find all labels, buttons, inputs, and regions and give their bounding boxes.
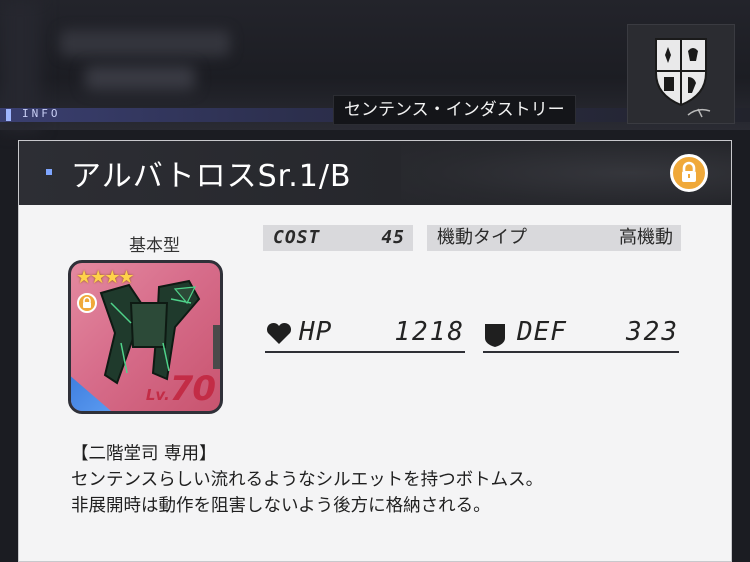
part-description: 【二階堂司 専用】 センテンスらしい流れるようなシルエットを持つボトムス。 非展…: [71, 441, 543, 519]
cost-value: 45: [381, 227, 405, 248]
hp-stat: HP 1218: [265, 317, 465, 353]
hp-label: HP: [299, 317, 333, 347]
info-marker: [6, 109, 11, 121]
part-portrait[interactable]: ★★★★ Lv.70: [68, 260, 223, 414]
mobility-label: 機動タイプ: [437, 227, 527, 248]
shield-icon: [485, 324, 505, 347]
level-prefix: Lv.: [145, 386, 170, 404]
part-type-label: 基本型: [129, 236, 180, 256]
mobility-chip: 機動タイプ 高機動: [427, 225, 681, 251]
level-value: 70: [169, 369, 216, 409]
background-shape: [85, 66, 195, 90]
lock-icon: [83, 296, 91, 308]
part-name: アルバトロスSr.1/B: [71, 159, 352, 194]
background-shape: [60, 30, 230, 56]
lock-icon: [682, 161, 696, 182]
emblem-icon: [655, 38, 711, 118]
header-bullet: [46, 169, 52, 175]
portrait-lock-icon: [77, 293, 97, 313]
rarity-stars: ★★★★: [76, 267, 135, 288]
company-name: センテンス・インダストリー: [333, 95, 576, 125]
def-label: DEF: [517, 317, 567, 347]
description-line: センテンスらしい流れるようなシルエットを持つボトムス。: [71, 470, 544, 490]
part-info-card: アルバトロスSr.1/B 基本型 ★★★★ Lv.70 COST 45 機動タイ…: [18, 140, 732, 562]
def-value: 323: [626, 317, 679, 347]
hp-value: 1218: [394, 317, 465, 347]
mobility-value: 高機動: [619, 227, 673, 248]
description-tag: 【二階堂司 専用】: [71, 444, 217, 464]
cost-chip: COST 45: [263, 225, 413, 251]
def-stat: DEF 323: [483, 317, 679, 353]
level-indicator: Lv.70: [145, 369, 216, 409]
company-emblem[interactable]: [627, 24, 735, 124]
cost-label: COST: [273, 227, 321, 248]
heart-icon: [266, 322, 292, 344]
card-header: アルバトロスSr.1/B: [19, 141, 731, 205]
lock-button[interactable]: [670, 154, 708, 192]
description-line: 非展開時は動作を阻害しないよう後方に格納される。: [71, 496, 491, 516]
portrait-side-tab: [213, 325, 220, 369]
info-label: INFO: [22, 107, 61, 120]
